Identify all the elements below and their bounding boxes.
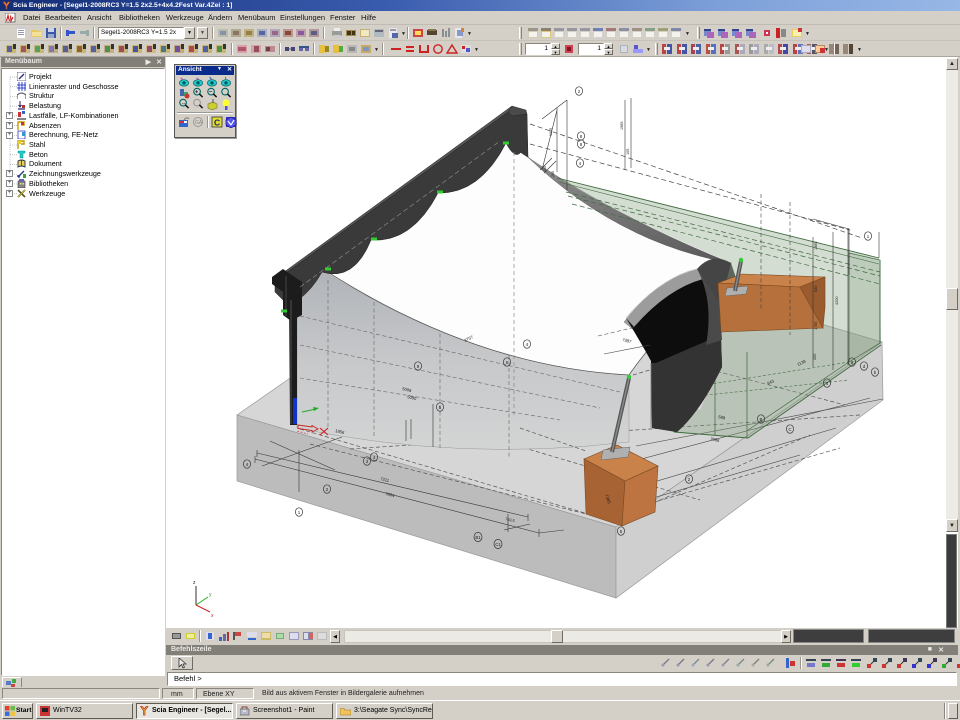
svg-text:1385: 1385	[549, 128, 553, 136]
svg-text:1785: 1785	[814, 322, 818, 330]
svg-text:4200: 4200	[835, 297, 839, 305]
svg-text:−: −	[209, 90, 212, 96]
svg-text:↔: ↔	[181, 101, 187, 107]
svg-text:C1: C1	[495, 542, 501, 547]
svg-text:GA: GA	[195, 120, 203, 126]
svg-text:1385: 1385	[814, 242, 818, 250]
svg-text:C: C	[214, 118, 220, 128]
svg-text:B1: B1	[475, 535, 481, 540]
svg-text:+: +	[195, 90, 198, 96]
svg-text:200: 200	[813, 354, 817, 360]
svg-text:B: B	[760, 417, 763, 422]
svg-text:200: 200	[551, 171, 555, 177]
svg-text:105: 105	[626, 149, 630, 155]
svg-text:630: 630	[814, 286, 818, 292]
svg-text:1985: 1985	[620, 122, 624, 130]
svg-text:C: C	[788, 427, 791, 432]
svg-text:250: 250	[543, 166, 547, 172]
